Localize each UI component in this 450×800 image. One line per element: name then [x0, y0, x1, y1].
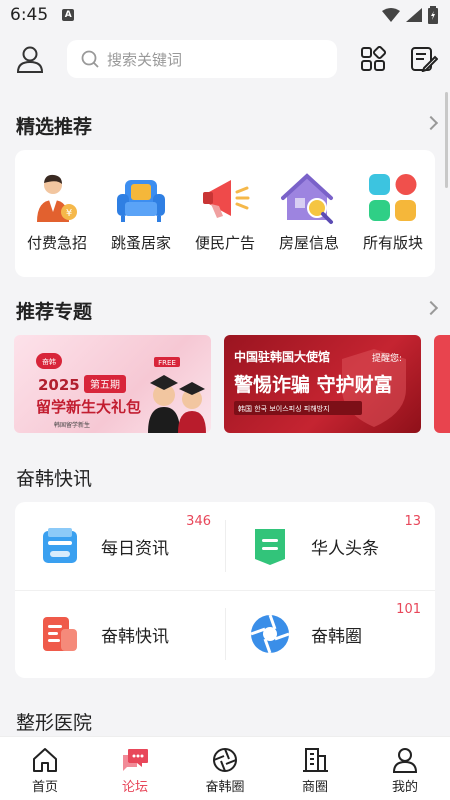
news-item-circle[interactable]: 奋韩圈 101 [225, 590, 435, 678]
featured-title: 精选推荐 [16, 116, 93, 138]
featured-item-label: 便民广告 [194, 234, 255, 252]
search-placeholder: 搜索关键词 [107, 50, 183, 69]
banner-embassy-footer: 韩国 한국 보이스피싱 피해방지 [238, 404, 330, 413]
clinic-section-title: 整形医院 [16, 712, 93, 734]
banner-headline: 留学新生大礼包 [36, 398, 141, 416]
banner-free: FREE [158, 359, 176, 367]
recruiter-icon: ¥ [37, 174, 77, 222]
news-item-flash[interactable]: 奋韩快讯 [15, 590, 225, 678]
featured-item-ads[interactable]: 便民广告 [183, 170, 267, 253]
news-item-label: 华人头条 [311, 538, 379, 559]
banner-embassy-tag: 提醒您: [372, 352, 402, 364]
status-bar: 6:45 A [0, 0, 450, 30]
featured-item-recruit[interactable]: ¥ 付费急招 [15, 170, 99, 253]
topic-banner-partial[interactable] [434, 335, 450, 433]
featured-card: ¥ 付费急招 跳蚤居家 便民广告 房屋信息 所有版块 [15, 150, 435, 277]
svg-text:¥: ¥ [66, 208, 72, 219]
featured-more-chevron-icon[interactable] [423, 115, 439, 131]
circle-icon [250, 614, 290, 654]
status-time: 6:45 [10, 5, 49, 25]
megaphone-icon [203, 180, 250, 218]
news-item-label: 奋韩圈 [311, 626, 362, 647]
headline-icon [255, 529, 285, 565]
banner-brand: 奋韩 [42, 357, 56, 366]
news-item-count: 346 [186, 514, 211, 529]
tab-business[interactable]: 商圈 [270, 737, 360, 800]
topics-more-chevron-icon[interactable] [423, 300, 439, 316]
banner-embassy-line1: 中国驻韩国大使馆 [234, 349, 330, 364]
forum-icon [123, 749, 148, 771]
daily-news-icon [43, 528, 77, 563]
news-card: 每日资讯 346 华人头条 13 奋韩快讯 奋韩圈 101 [15, 502, 435, 678]
flash-news-icon [43, 617, 77, 651]
news-item-label: 每日资讯 [101, 538, 169, 559]
user-icon[interactable] [15, 44, 45, 74]
embassy-banner-art: 中国驻韩国大使馆 提醒您: 警惕诈骗 守护财富 韩国 한국 보이스피싱 피해방지 [234, 349, 406, 427]
news-item-label: 奋韩快讯 [101, 626, 169, 647]
banner-year: 2025 [38, 376, 80, 394]
top-header: 搜索关键词 [0, 38, 450, 82]
home-icon [33, 748, 57, 772]
tab-label: 论坛 [121, 780, 148, 795]
banner-period: 第五期 [90, 378, 120, 391]
featured-item-housing[interactable]: 房屋信息 [267, 170, 351, 253]
profile-icon [392, 748, 418, 773]
news-item-daily[interactable]: 每日资讯 346 [15, 502, 225, 590]
banner-embassy-headline: 警惕诈骗 守护财富 [234, 373, 393, 396]
featured-item-label: 跳蚤居家 [110, 234, 171, 252]
study-banner-art: 奋韩 2025 第五期 留学新生大礼包 韩国留学新生 FREE [36, 353, 206, 433]
apps-grid-icon[interactable] [360, 46, 386, 72]
tab-label: 奋韩圈 [205, 780, 245, 795]
wifi-icon [382, 8, 400, 22]
tab-circle[interactable]: 奋韩圈 [180, 737, 270, 800]
grid-blocks-icon [369, 174, 417, 221]
news-title: 奋韩快讯 [16, 468, 93, 490]
battery-icon [428, 6, 438, 24]
sofa-icon [117, 180, 165, 222]
tab-home[interactable]: 首页 [0, 737, 90, 800]
tab-label: 首页 [31, 780, 58, 795]
featured-item-all[interactable]: 所有版块 [351, 170, 435, 253]
signal-icon [406, 8, 422, 22]
banner-sub: 韩国留学新生 [54, 421, 90, 429]
bottom-tab-bar: 首页 论坛 奋韩圈 商圈 我的 [0, 736, 450, 800]
search-icon [81, 50, 99, 68]
featured-item-label: 房屋信息 [278, 234, 339, 252]
topics-title: 推荐专题 [16, 301, 93, 323]
scrollbar[interactable] [445, 92, 448, 188]
tab-profile[interactable]: 我的 [360, 737, 450, 800]
featured-item-label: 付费急招 [26, 234, 87, 252]
tab-label: 我的 [391, 780, 418, 795]
news-item-count: 13 [404, 514, 421, 529]
featured-item-flea[interactable]: 跳蚤居家 [99, 170, 183, 253]
search-box[interactable]: 搜索关键词 [67, 40, 337, 78]
aperture-icon [213, 748, 237, 772]
tab-label: 商圈 [301, 780, 328, 795]
edit-note-icon[interactable] [410, 46, 438, 72]
tab-forum[interactable]: 论坛 [90, 737, 180, 800]
notification-a-icon: A [62, 9, 75, 21]
featured-item-label: 所有版块 [362, 234, 423, 252]
house-search-icon [281, 173, 333, 224]
topic-banner-embassy[interactable]: 中国驻韩国大使馆 提醒您: 警惕诈骗 守护财富 韩国 한국 보이스피싱 피해방지 [224, 335, 421, 433]
news-item-count: 101 [396, 602, 421, 617]
topic-banner-study[interactable]: 奋韩 2025 第五期 留学新生大礼包 韩国留学新生 FREE [14, 335, 211, 433]
news-item-headline[interactable]: 华人头条 13 [225, 502, 435, 590]
building-icon [303, 748, 328, 772]
